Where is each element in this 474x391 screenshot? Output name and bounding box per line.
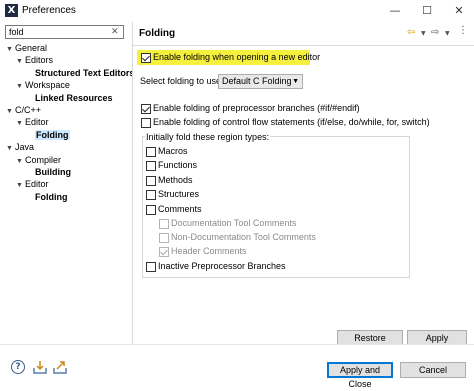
tree-item-label: Folding [35, 129, 70, 140]
tree-item[interactable]: ▼ C/C++ [6, 104, 41, 116]
tree-item[interactable]: ▼ Editor [16, 178, 49, 190]
inactive-branches-checkbox[interactable] [146, 262, 156, 272]
preference-tree-pane: fold ✕ ▼ General ▼ Editors Structured Text E… [0, 22, 134, 344]
structures-checkbox[interactable] [146, 190, 156, 200]
view-menu-icon[interactable]: ⋮ [458, 25, 468, 36]
tree-item[interactable]: ▼ Editors [16, 54, 53, 66]
tree-item-label: Workspace [25, 80, 70, 91]
dialog-button-bar: ? Apply and Close Cancel [0, 344, 474, 389]
enable-folding-checkbox[interactable] [141, 53, 151, 63]
comments-checkbox[interactable] [146, 205, 156, 215]
expand-chevron-icon[interactable]: ▼ [16, 180, 25, 192]
control-flow-label: Enable folding of control flow statement… [153, 117, 430, 127]
chevron-down-icon: ▼ [292, 78, 299, 85]
select-folding-label: Select folding to use: [140, 76, 224, 86]
maximize-button[interactable]: ☐ [412, 0, 442, 22]
tree-item[interactable]: Linked Resources [26, 92, 113, 104]
clear-filter-icon[interactable]: ✕ [111, 26, 119, 37]
tree-item-label: Folding [35, 191, 68, 202]
title-bar: X Preferences — ☐ ✕ [0, 0, 474, 23]
preproc-branches-checkbox[interactable] [141, 104, 151, 114]
structures-label: Structures [158, 189, 200, 199]
expand-chevron-icon[interactable]: ▼ [16, 156, 25, 168]
tree-item-label: Structured Text Editors [35, 67, 135, 78]
tree-item-label: Building [35, 167, 71, 177]
control-flow-checkbox[interactable] [141, 118, 151, 128]
expand-chevron-icon[interactable]: ▼ [16, 118, 25, 130]
region-types-label: Initially fold these region types: [145, 132, 271, 142]
tree-item-label: C/C++ [15, 105, 42, 115]
tree-item[interactable]: ▼ General [6, 42, 47, 54]
tree-item-label: Compiler [25, 154, 62, 165]
tree-item[interactable]: Structured Text Editors [26, 67, 134, 79]
back-arrow-icon[interactable]: ⇦ [407, 27, 415, 38]
expand-chevron-icon[interactable]: ▼ [6, 44, 15, 56]
forward-menu-chevron-icon[interactable]: ▼ [445, 30, 450, 37]
tree-item-label: Editor [25, 117, 49, 128]
macros-checkbox[interactable] [146, 147, 156, 157]
inactive-branches-label: Inactive Preprocessor Branches [158, 261, 286, 271]
tree-item-label: Editor [25, 179, 49, 190]
non-doc-tool-comments-checkbox[interactable] [159, 233, 169, 243]
tree-item[interactable]: Building [26, 166, 71, 178]
methods-label: Methods [158, 175, 193, 185]
header-comments-label: Header Comments [171, 246, 247, 256]
header-divider [133, 45, 474, 46]
non-doc-tool-comments-label: Non-Documentation Tool Comments [171, 232, 316, 242]
cancel-button[interactable]: Cancel [400, 362, 466, 378]
functions-checkbox[interactable] [146, 161, 156, 171]
apply-and-close-button[interactable]: Apply and Close [327, 362, 393, 389]
expand-chevron-icon[interactable]: ▼ [6, 143, 15, 155]
page-title: Folding [139, 28, 176, 39]
minimize-button[interactable]: — [380, 0, 410, 22]
comments-label: Comments [158, 204, 202, 214]
forward-arrow-icon[interactable]: ⇨ [431, 27, 439, 38]
help-icon[interactable]: ? [11, 360, 25, 374]
preproc-branches-label: Enable folding of preprocessor branches … [153, 103, 360, 113]
functions-label: Functions [158, 160, 198, 170]
tree-item[interactable]: Folding [26, 191, 68, 203]
header-comments-checkbox[interactable] [159, 247, 169, 257]
preference-page: Folding ⇦ ▼ ⇨ ▼ ⋮ Enable folding when op… [133, 22, 474, 357]
expand-chevron-icon[interactable]: ▼ [16, 81, 25, 93]
filter-input[interactable]: fold [5, 25, 124, 39]
tree-item-label: Editors [25, 55, 54, 66]
back-menu-chevron-icon[interactable]: ▼ [421, 30, 426, 37]
tree-item[interactable]: ▼ Java [6, 141, 34, 153]
macros-label: Macros [158, 146, 188, 156]
enable-folding-label: Enable folding when opening a new editor [153, 52, 321, 62]
expand-chevron-icon[interactable]: ▼ [6, 106, 15, 118]
window-title: Preferences [22, 5, 76, 16]
tree-item-label: Linked Resources [35, 92, 113, 103]
tree-item[interactable]: ▼ Compiler [16, 154, 61, 166]
import-icon[interactable] [33, 360, 47, 374]
tree-item[interactable]: Folding [26, 129, 70, 141]
doc-tool-comments-checkbox[interactable] [159, 219, 169, 229]
app-icon: X [5, 4, 18, 17]
tree-item-label: Java [15, 142, 35, 153]
methods-checkbox[interactable] [146, 176, 156, 186]
tree-item[interactable]: ▼ Editor [16, 116, 49, 128]
doc-tool-comments-label: Documentation Tool Comments [171, 218, 297, 228]
export-icon[interactable] [53, 360, 67, 374]
tree-item-label: General [15, 43, 48, 53]
folding-type-select[interactable]: Default C Folding ▼ [218, 74, 303, 89]
close-button[interactable]: ✕ [444, 0, 474, 22]
expand-chevron-icon[interactable]: ▼ [16, 56, 25, 68]
tree-item[interactable]: ▼ Workspace [16, 79, 70, 91]
folding-type-value: Default C Folding [222, 76, 292, 86]
